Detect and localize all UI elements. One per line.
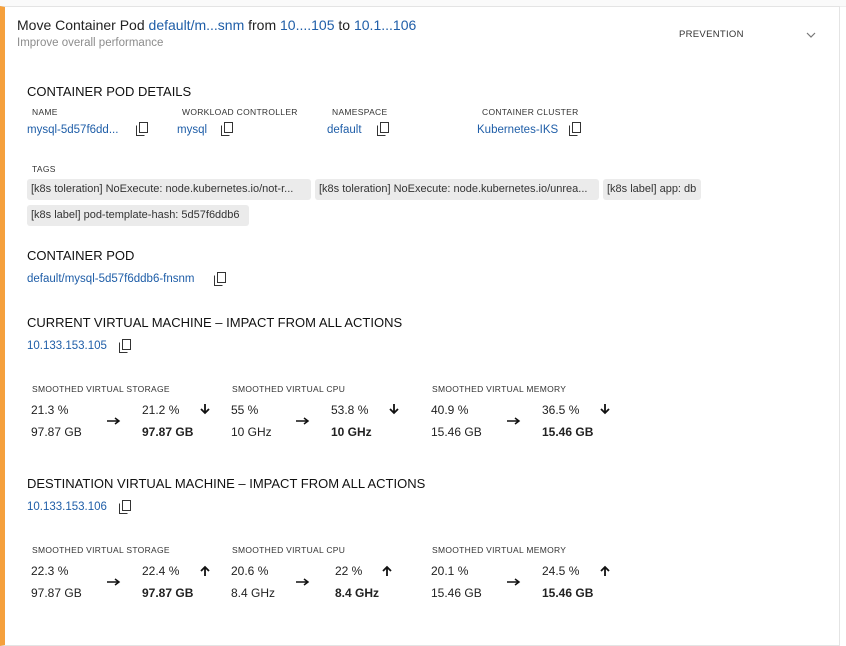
- storage-pct-after: 21.2 %: [142, 403, 180, 417]
- copy-icon[interactable]: [569, 122, 581, 136]
- arrow-down-icon: [389, 404, 399, 415]
- memory-cap-before: 15.46 GB: [431, 425, 482, 439]
- cpu-label: SMOOTHED VIRTUAL CPU: [232, 545, 346, 555]
- memory-pct-before: 20.1 %: [431, 564, 469, 578]
- name-link[interactable]: mysql-5d57f6dd...: [27, 124, 118, 136]
- tags-label: TAGS: [32, 164, 56, 174]
- action-title-prefix: Move Container Pod: [17, 17, 145, 33]
- dest-vm-title: DESTINATION VIRTUAL MACHINE – IMPACT FRO…: [27, 476, 426, 491]
- mode-dropdown-label[interactable]: PREVENTION: [679, 29, 744, 40]
- cpu-cap-before: 10 GHz: [231, 425, 272, 439]
- copy-icon[interactable]: [119, 500, 131, 514]
- to-word: to: [338, 17, 351, 33]
- tag-chip: [k8s label] pod-template-hash: 5d57f6ddb…: [27, 205, 249, 226]
- storage-cap-before: 97.87 GB: [31, 425, 82, 439]
- cpu-pct-before: 55 %: [231, 403, 259, 417]
- to-host-link[interactable]: 10.1...106: [354, 17, 416, 33]
- cluster-link[interactable]: Kubernetes-IKS: [477, 124, 558, 136]
- cpu-pct-after: 22 %: [335, 564, 363, 578]
- cpu-pct-after: 53.8 %: [331, 403, 369, 417]
- cpu-cap-before: 8.4 GHz: [231, 586, 276, 600]
- memory-label: SMOOTHED VIRTUAL MEMORY: [432, 384, 567, 394]
- tag-chip: [k8s label] app: db: [603, 179, 701, 200]
- storage-cap-after: 97.87 GB: [142, 586, 194, 600]
- action-subtitle: Improve overall performance: [17, 37, 164, 49]
- from-host-link[interactable]: 10....105: [280, 17, 335, 33]
- storage-pct-before: 22.3 %: [31, 564, 69, 578]
- memory-pct-after: 24.5 %: [542, 564, 580, 578]
- storage-cap-after: 97.87 GB: [142, 425, 194, 439]
- arrow-down-icon: [200, 404, 210, 415]
- arrow-right-icon: [507, 417, 521, 425]
- cluster-label: CONTAINER CLUSTER: [482, 107, 579, 117]
- arrow-right-icon: [107, 417, 121, 425]
- memory-cap-after: 15.46 GB: [542, 425, 594, 439]
- cpu-cap-after: 10 GHz: [331, 425, 372, 439]
- memory-cap-after: 15.46 GB: [542, 586, 594, 600]
- chevron-down-icon[interactable]: [805, 29, 817, 41]
- arrow-right-icon: [296, 417, 310, 425]
- details-section-title: CONTAINER POD DETAILS: [27, 84, 192, 99]
- workload-label: WORKLOAD CONTROLLER: [182, 107, 298, 117]
- name-label: NAME: [32, 107, 58, 117]
- arrow-right-icon: [507, 578, 521, 586]
- copy-icon[interactable]: [221, 122, 233, 136]
- namespace-link[interactable]: default: [327, 124, 362, 136]
- cpu-label: SMOOTHED VIRTUAL CPU: [232, 384, 346, 394]
- copy-icon[interactable]: [136, 122, 148, 136]
- cpu-pct-before: 20.6 %: [231, 564, 269, 578]
- memory-label: SMOOTHED VIRTUAL MEMORY: [432, 545, 567, 555]
- namespace-label: NAMESPACE: [332, 107, 388, 117]
- memory-cap-before: 15.46 GB: [431, 586, 482, 600]
- storage-label: SMOOTHED VIRTUAL STORAGE: [32, 384, 170, 394]
- arrow-up-icon: [382, 565, 392, 576]
- from-word: from: [248, 17, 277, 33]
- action-title: Move Container Pod default/m...snm from …: [17, 17, 416, 33]
- current-vm-title: CURRENT VIRTUAL MACHINE – IMPACT FROM AL…: [27, 315, 403, 330]
- memory-pct-before: 40.9 %: [431, 403, 469, 417]
- arrow-right-icon: [107, 578, 121, 586]
- pod-section-title: CONTAINER POD: [27, 248, 135, 263]
- cpu-cap-after: 8.4 GHz: [335, 586, 380, 600]
- storage-cap-before: 97.87 GB: [31, 586, 82, 600]
- arrow-down-icon: [600, 404, 610, 415]
- storage-label: SMOOTHED VIRTUAL STORAGE: [32, 545, 170, 555]
- copy-icon[interactable]: [377, 122, 389, 136]
- arrow-up-icon: [600, 565, 610, 576]
- memory-pct-after: 36.5 %: [542, 403, 580, 417]
- copy-icon[interactable]: [214, 272, 226, 286]
- current-vm-ip-link[interactable]: 10.133.153.105: [27, 340, 107, 352]
- storage-pct-before: 21.3 %: [31, 403, 69, 417]
- arrow-right-icon: [296, 578, 310, 586]
- storage-pct-after: 22.4 %: [142, 564, 180, 578]
- workload-link[interactable]: mysql: [177, 124, 207, 136]
- pod-link-full[interactable]: default/mysql-5d57f6ddb6-fnsnm: [27, 273, 195, 285]
- pod-link[interactable]: default/m...snm: [149, 17, 245, 33]
- arrow-up-icon: [200, 565, 210, 576]
- tag-chip: [k8s toleration] NoExecute: node.kuberne…: [27, 179, 311, 200]
- copy-icon[interactable]: [119, 339, 131, 353]
- dest-vm-ip-link[interactable]: 10.133.153.106: [27, 501, 107, 513]
- tag-chip: [k8s toleration] NoExecute: node.kuberne…: [315, 179, 599, 200]
